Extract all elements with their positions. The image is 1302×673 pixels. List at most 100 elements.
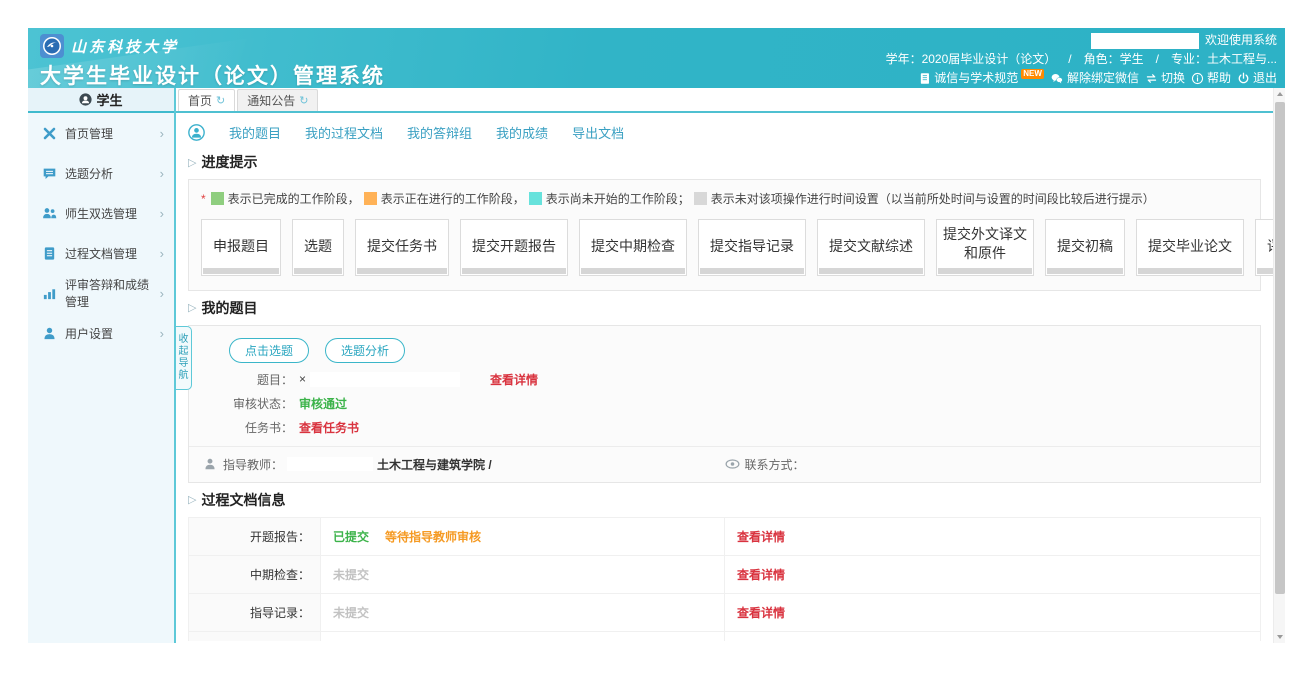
view-topic-detail-link[interactable]: 查看详情 bbox=[490, 371, 538, 388]
section-arrow-icon: ▷ bbox=[188, 156, 196, 169]
chevron-right-icon: › bbox=[160, 166, 164, 181]
top-header: 山东科技大学 大学生毕业设计（论文）管理系统 欢迎使用系统 学年：2020届毕业… bbox=[28, 28, 1285, 88]
table-row-guidance: 指导记录： 未提交 查看详情 bbox=[189, 594, 1260, 632]
student-icon bbox=[79, 93, 92, 106]
step-submit-midterm-check: 提交中期检查 bbox=[579, 219, 687, 276]
select-topic-button[interactable]: 点击选题 bbox=[229, 338, 309, 363]
info-icon bbox=[1191, 72, 1204, 85]
section-arrow-icon: ▷ bbox=[188, 493, 196, 506]
refresh-icon[interactable]: ↻ bbox=[216, 94, 225, 107]
logout-link[interactable]: 退出 bbox=[1237, 69, 1277, 88]
unbind-wechat-link[interactable]: 解除绑定微信 bbox=[1050, 69, 1139, 88]
role-text: 角色：学生 bbox=[1084, 50, 1144, 69]
vertical-scrollbar[interactable] bbox=[1273, 88, 1285, 643]
process-docs-table: 开题报告： 已提交 等待指导教师审核 查看详情 中期检查： 未提交 查看详情 指… bbox=[188, 517, 1261, 641]
status-badge: 未提交 bbox=[333, 604, 369, 621]
step-status-bar bbox=[203, 268, 279, 274]
sidebar-role-header: 学生 bbox=[28, 88, 174, 113]
table-row-midterm: 中期检查： 未提交 查看详情 bbox=[189, 556, 1260, 594]
nav-link-export-docs[interactable]: 导出文档 bbox=[572, 123, 624, 142]
separator: / bbox=[1062, 50, 1077, 69]
progress-legend: * 表示已完成的工作阶段， 表示正在进行的工作阶段， 表示尚未开始的工作阶段； … bbox=[201, 190, 1248, 207]
refresh-icon[interactable]: ↻ bbox=[299, 94, 308, 107]
nav-link-my-grades[interactable]: 我的成绩 bbox=[496, 123, 548, 142]
status-badge: 已提交 bbox=[333, 528, 369, 545]
step-status-bar bbox=[462, 268, 566, 274]
step-review-defense: 评审答辩 bbox=[1255, 219, 1273, 276]
tools-icon bbox=[42, 126, 57, 141]
sidebar-item-topic-analysis[interactable]: 选题分析 › bbox=[28, 153, 174, 193]
section-title-process-docs: ▷ 过程文档信息 bbox=[188, 490, 1261, 510]
step-submit-translation: 提交外文译文和原件 bbox=[936, 219, 1034, 276]
view-detail-link[interactable]: 查看详情 bbox=[737, 566, 785, 583]
chevron-right-icon: › bbox=[160, 126, 164, 141]
view-task-book-link[interactable]: 查看任务书 bbox=[299, 419, 359, 436]
redacted-topic-title bbox=[310, 372, 460, 387]
step-status-bar bbox=[700, 268, 804, 274]
step-declare-topic: 申报题目 bbox=[201, 219, 281, 276]
step-status-bar bbox=[1047, 268, 1123, 274]
integrity-link[interactable]: 诚信与学术规范 NEW bbox=[918, 69, 1044, 88]
scroll-up-button[interactable] bbox=[1274, 88, 1286, 100]
chevron-right-icon: › bbox=[160, 286, 164, 301]
sidebar-item-label: 用户设置 bbox=[65, 325, 160, 342]
view-detail-link[interactable]: 查看详情 bbox=[737, 528, 785, 545]
section-title-progress: ▷ 进度提示 bbox=[188, 152, 1261, 172]
document-icon bbox=[42, 246, 57, 261]
task-book-row: 任务书： 查看任务书 bbox=[189, 419, 1260, 436]
scrollable-content: 我的题目 我的过程文档 我的答辩组 我的成绩 导出文档 ▷ 进度提示 * 表示已… bbox=[176, 113, 1273, 641]
step-submit-guidance-record: 提交指导记录 bbox=[698, 219, 806, 276]
table-row-proposal: 开题报告： 已提交 等待指导教师审核 查看详情 bbox=[189, 518, 1260, 556]
topic-analysis-button[interactable]: 选题分析 bbox=[325, 338, 405, 363]
comment-icon bbox=[42, 166, 57, 181]
workflow-steps: 申报题目 选题 提交任务书 提交开题报告 提交中期检查 提交指导记录 提交文献综… bbox=[201, 219, 1248, 276]
university-logo bbox=[40, 34, 64, 58]
my-topic-panel: 点击选题 选题分析 题目： × 查看详情 审核状态： 审核通过 bbox=[188, 325, 1261, 483]
scrollbar-thumb[interactable] bbox=[1275, 102, 1285, 594]
wechat-icon bbox=[1050, 72, 1064, 85]
switch-icon bbox=[1145, 72, 1158, 85]
required-asterisk: * bbox=[201, 192, 206, 206]
chevron-right-icon: › bbox=[160, 206, 164, 221]
separator: / bbox=[1150, 50, 1165, 69]
eye-icon bbox=[725, 458, 740, 470]
view-detail-link[interactable]: 查看详情 bbox=[737, 604, 785, 621]
chevron-right-icon: › bbox=[160, 246, 164, 261]
school-year-text: 学年：2020届毕业设计（论文） bbox=[886, 50, 1057, 69]
user-icon bbox=[42, 326, 57, 341]
tab-notices[interactable]: 通知公告 ↻ bbox=[237, 89, 318, 111]
step-status-bar bbox=[1138, 268, 1242, 274]
nav-link-my-defense-group[interactable]: 我的答辩组 bbox=[407, 123, 472, 142]
university-name: 山东科技大学 bbox=[71, 36, 179, 57]
tab-home[interactable]: 首页 ↻ bbox=[178, 89, 235, 111]
step-submit-literature-review: 提交文献综述 bbox=[817, 219, 925, 276]
step-status-bar bbox=[294, 268, 342, 274]
step-status-bar bbox=[819, 268, 923, 274]
step-status-bar bbox=[357, 268, 447, 274]
topic-title-row: 题目： × 查看详情 bbox=[189, 371, 1260, 388]
audit-status-value: 审核通过 bbox=[299, 395, 347, 412]
scroll-down-button[interactable] bbox=[1274, 631, 1286, 643]
help-link[interactable]: 帮助 bbox=[1191, 69, 1231, 88]
sidebar-item-user-settings[interactable]: 用户设置 › bbox=[28, 313, 174, 353]
topic-prefix: × bbox=[299, 372, 306, 386]
switch-link[interactable]: 切换 bbox=[1145, 69, 1185, 88]
sidebar-item-process-docs[interactable]: 过程文档管理 › bbox=[28, 233, 174, 273]
step-submit-final-thesis: 提交毕业论文 bbox=[1136, 219, 1244, 276]
new-badge: NEW bbox=[1021, 69, 1044, 79]
step-submit-first-draft: 提交初稿 bbox=[1045, 219, 1125, 276]
sidebar-item-label: 选题分析 bbox=[65, 165, 160, 182]
nav-link-my-topic[interactable]: 我的题目 bbox=[229, 123, 281, 142]
section-title-my-topic: ▷ 我的题目 bbox=[188, 298, 1261, 318]
sidebar-item-home-management[interactable]: 首页管理 › bbox=[28, 113, 174, 153]
scrollbar-track[interactable] bbox=[1274, 100, 1286, 631]
power-icon bbox=[1237, 72, 1250, 85]
contact-label: 联系方式： bbox=[745, 456, 805, 473]
sidebar-item-mutual-selection[interactable]: 师生双选管理 › bbox=[28, 193, 174, 233]
advisor-school: 土木工程与建筑学院 / bbox=[377, 456, 492, 473]
sidebar-item-review-defense-grades[interactable]: 评审答辩和成绩管理 › bbox=[28, 273, 174, 313]
collapse-nav-button[interactable]: 收起导航 bbox=[176, 326, 192, 390]
progress-panel: * 表示已完成的工作阶段， 表示正在进行的工作阶段， 表示尚未开始的工作阶段； … bbox=[188, 179, 1261, 291]
app-window: 山东科技大学 大学生毕业设计（论文）管理系统 欢迎使用系统 学年：2020届毕业… bbox=[28, 28, 1285, 643]
nav-link-my-process-docs[interactable]: 我的过程文档 bbox=[305, 123, 383, 142]
